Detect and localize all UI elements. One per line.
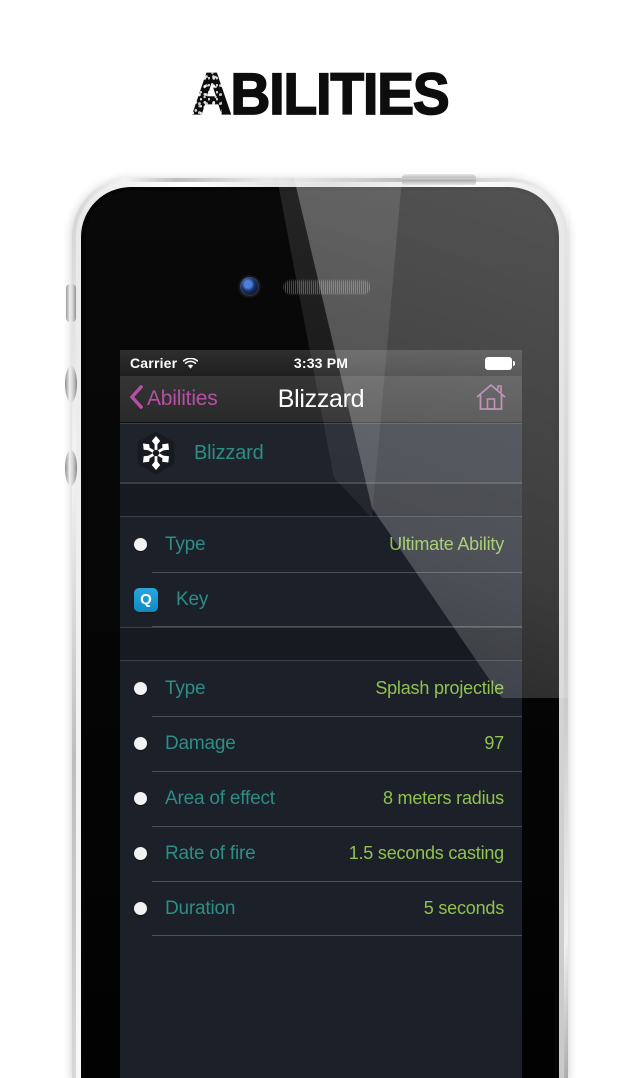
bullet-icon: [134, 792, 147, 805]
row-value: 97: [484, 733, 504, 753]
table-row[interactable]: Type Splash projectile: [120, 661, 522, 716]
volume-down-button[interactable]: [65, 450, 77, 486]
status-bar-left: Carrier: [130, 355, 199, 371]
row-label: Duration: [165, 897, 236, 919]
bullet-icon: [134, 902, 147, 915]
status-bar-right: [485, 356, 515, 370]
row-label: Damage: [165, 732, 236, 754]
volume-up-button[interactable]: [65, 366, 77, 402]
detail-group-primary: Type Ultimate Ability Q Key: [120, 517, 522, 627]
section-separator: [120, 483, 522, 517]
section-separator: [120, 627, 522, 661]
table-row[interactable]: Rate of fire 1.5 seconds casting: [120, 826, 522, 881]
detail-group-stats: Type Splash projectile Damage 97 Area of…: [120, 661, 522, 936]
row-value: Splash projectile: [375, 678, 504, 698]
row-label: Key: [176, 588, 209, 610]
table-row[interactable]: Area of effect 8 meters radius: [120, 771, 522, 826]
bullet-icon: [134, 847, 147, 860]
bullet-icon: [134, 737, 147, 750]
bullet-icon: [134, 538, 147, 551]
status-bar: Carrier 3:33 PM: [120, 350, 522, 376]
silent-switch[interactable]: [66, 284, 76, 322]
bullet-icon: [134, 682, 147, 695]
snowflake-icon: [134, 431, 178, 475]
home-icon: [474, 383, 508, 416]
row-value: 5 seconds: [423, 898, 504, 918]
row-value: 1.5 seconds casting: [348, 843, 505, 863]
table-row[interactable]: Q Key: [120, 572, 522, 627]
power-button[interactable]: [402, 173, 476, 185]
navigation-bar: Abilities Blizzard: [120, 376, 522, 423]
table-row[interactable]: Type Ultimate Ability: [120, 517, 522, 572]
back-button[interactable]: Abilities: [120, 384, 218, 414]
row-label: Type: [165, 677, 206, 699]
page-title: ABILITIES: [191, 62, 451, 129]
ability-name: Blizzard: [194, 441, 264, 464]
key-badge-icon: Q: [134, 587, 158, 612]
table-row[interactable]: Duration 5 seconds: [120, 881, 522, 936]
row-label: Area of effect: [165, 787, 275, 809]
front-camera-icon: [240, 277, 259, 296]
row-label: Rate of fire: [165, 842, 256, 864]
back-button-label: Abilities: [147, 387, 218, 410]
phone-device: Carrier 3:33 PM Abilities Blizzard Blizz…: [65, 173, 568, 1078]
phone-screen: Carrier 3:33 PM Abilities Blizzard Blizz…: [120, 350, 522, 1078]
battery-icon: [485, 356, 515, 370]
row-value: Ultimate Ability: [389, 534, 504, 554]
table-row[interactable]: Damage 97: [120, 716, 522, 771]
home-button[interactable]: [474, 382, 508, 417]
wifi-icon: [183, 357, 199, 369]
row-label: Type: [165, 533, 206, 555]
ability-header-row: Blizzard: [120, 423, 522, 483]
chevron-left-icon: [129, 384, 144, 414]
carrier-label: Carrier: [130, 355, 178, 371]
page-header: ABILITIES: [0, 60, 640, 130]
earpiece-speaker-icon: [283, 279, 371, 294]
row-value: 8 meters radius: [382, 788, 504, 808]
